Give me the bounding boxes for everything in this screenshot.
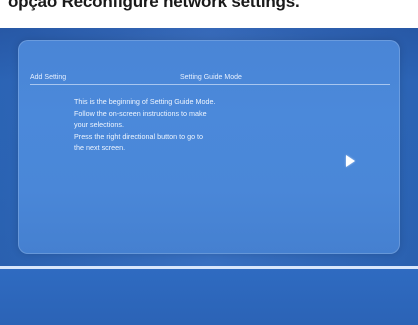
instruction-line: the next screen. [74, 143, 126, 152]
instruction-text: This is the beginning of Setting Guide M… [74, 96, 314, 154]
instruction-line: This is the beginning of Setting Guide M… [74, 97, 216, 106]
caption-text: opção Reconfigure network settings. [8, 0, 300, 11]
instruction-line: Follow the on-screen instructions to mak… [74, 108, 207, 118]
header-mode-title: Setting Guide Mode [180, 74, 242, 81]
header-divider [30, 84, 390, 85]
instruction-line: your selections. [74, 120, 124, 129]
right-arrow-icon[interactable] [346, 155, 355, 167]
footer-area [0, 269, 418, 325]
header-add-setting: Add Setting [30, 74, 67, 81]
instruction-line: Press the right directional button to go… [74, 131, 204, 141]
